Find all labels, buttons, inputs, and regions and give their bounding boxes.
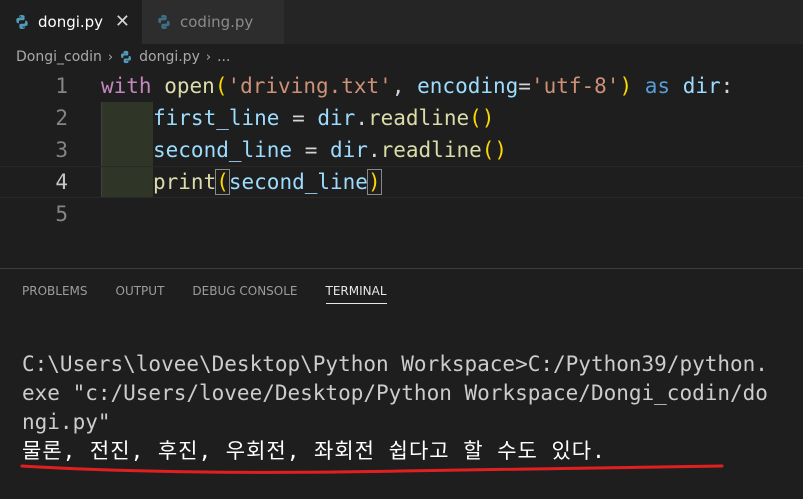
red-underline-annotation xyxy=(20,464,724,474)
